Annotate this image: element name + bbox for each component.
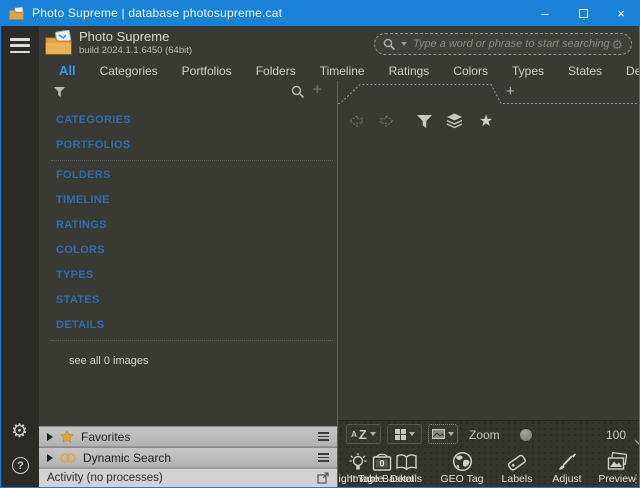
collection-tabstrip: +: [338, 81, 639, 105]
tab-colors[interactable]: Colors: [441, 64, 500, 78]
app-window: Photo Supreme | database photosupreme.ca…: [0, 0, 640, 488]
sidebar-item-categories[interactable]: CATEGORIES: [39, 108, 337, 133]
tab-categories[interactable]: Categories: [88, 64, 170, 78]
viewer-toolbar: ★: [338, 105, 639, 137]
activity-expand-icon[interactable]: [317, 472, 329, 484]
view-mode-button[interactable]: [387, 424, 422, 444]
sidebar-item-states[interactable]: STATES: [39, 288, 337, 313]
maximize-button[interactable]: [564, 0, 602, 26]
settings-gear-icon[interactable]: ⚙: [11, 422, 28, 441]
resize-grip[interactable]: [635, 474, 637, 484]
dynamic-search-icon: [60, 452, 76, 464]
tab-folders[interactable]: Folders: [244, 64, 308, 78]
sidebar-item-portfolios[interactable]: PORTFOLIOS: [39, 133, 337, 158]
divider: [51, 160, 333, 161]
grid-icon: [395, 429, 406, 440]
bottom-tool-dock: Light Table 0 Image Basket: [338, 447, 639, 487]
left-strip: ⚙ ?: [1, 26, 39, 487]
sidebar-filter-row: +: [39, 81, 337, 104]
sidebar-item-ratings[interactable]: RATINGS: [39, 213, 337, 238]
stack-layers-icon[interactable]: [442, 109, 466, 133]
app-logo-icon: [45, 30, 73, 61]
favorites-menu-icon[interactable]: [318, 432, 329, 441]
tab-portfolios[interactable]: Portfolios: [170, 64, 244, 78]
sidebar: + CATEGORIES PORTFOLIOS FOLDERS TIMELINE…: [39, 81, 337, 487]
build-version: build 2024.1.1.6450 (64bit): [79, 45, 192, 56]
sidebar-search-icon[interactable]: [291, 85, 305, 104]
sort-a-label: A: [351, 430, 357, 439]
zoom-value: 100: [596, 428, 626, 442]
sort-order-button[interactable]: AZ: [346, 424, 381, 444]
tab-timeline[interactable]: Timeline: [308, 64, 377, 78]
expand-triangle-icon[interactable]: [47, 454, 53, 462]
filter-funnel-icon[interactable]: [53, 85, 66, 103]
dynamic-search-label: Dynamic Search: [83, 451, 171, 465]
see-all-images-link[interactable]: see all 0 images: [69, 355, 149, 367]
rating-star-icon[interactable]: ★: [474, 109, 498, 133]
minimize-button[interactable]: –: [526, 0, 564, 26]
tab-details[interactable]: Details: [614, 64, 640, 78]
app-icon: [9, 7, 24, 20]
header: Photo Supreme build 2024.1.1.6450 (64bit…: [39, 26, 639, 60]
preview-button[interactable]: Preview: [582, 449, 639, 485]
caret-down-icon: [370, 432, 376, 436]
divider: [51, 340, 333, 341]
tab-types[interactable]: Types: [500, 64, 556, 78]
viewer-bottom-zone: AZ Zoom 100: [338, 420, 639, 487]
activity-label: Activity (no processes): [47, 472, 163, 484]
viewer-panel: + ★ AZ: [337, 81, 639, 487]
zoom-label: Zoom: [469, 428, 500, 442]
image-view-area: [338, 137, 639, 420]
sidebar-list: CATEGORIES PORTFOLIOS FOLDERS TIMELINE R…: [39, 108, 337, 341]
collection-tab[interactable]: [338, 81, 640, 105]
main-tabbar: All Categories Portfolios Folders Timeli…: [39, 60, 639, 81]
close-button[interactable]: ×: [602, 0, 640, 26]
new-collection-tab-icon[interactable]: +: [506, 83, 515, 100]
tab-ratings[interactable]: Ratings: [377, 64, 442, 78]
expand-triangle-icon[interactable]: [47, 433, 53, 441]
search-scope-caret-icon[interactable]: [401, 42, 407, 46]
favorites-label: Favorites: [81, 430, 130, 444]
dynamic-search-menu-icon[interactable]: [318, 453, 329, 462]
sort-zoom-bar: AZ Zoom 100: [338, 420, 639, 447]
app-name: Photo Supreme: [79, 29, 192, 44]
preview-label: Preview: [582, 473, 639, 485]
search-icon: [383, 38, 396, 51]
tab-all[interactable]: All: [47, 63, 88, 78]
titlebar: Photo Supreme | database photosupreme.ca…: [0, 0, 640, 26]
nav-back-icon[interactable]: [344, 109, 368, 133]
thumbnail-icon: [432, 429, 445, 439]
sidebar-item-timeline[interactable]: TIMELINE: [39, 188, 337, 213]
nav-forward-icon[interactable]: [375, 109, 399, 133]
thumbnail-style-button[interactable]: [428, 424, 458, 444]
hamburger-menu-icon[interactable]: [10, 38, 30, 53]
caret-down-icon: [409, 432, 415, 436]
activity-statusbar: Activity (no processes): [39, 468, 337, 487]
maximize-icon: [579, 9, 588, 18]
window-title: Photo Supreme | database photosupreme.ca…: [32, 6, 282, 20]
favorites-star-icon: [60, 430, 74, 443]
sidebar-item-folders[interactable]: FOLDERS: [39, 163, 337, 188]
sidebar-item-details[interactable]: DETAILS: [39, 313, 337, 338]
tab-states[interactable]: States: [556, 64, 614, 78]
help-icon[interactable]: ?: [12, 457, 29, 474]
viewer-filter-funnel-icon[interactable]: [412, 109, 436, 133]
sidebar-add-icon[interactable]: +: [313, 81, 322, 98]
zoom-slider-knob[interactable]: [520, 429, 532, 441]
sort-z-label: Z: [359, 427, 367, 442]
dynamic-search-panel-header[interactable]: Dynamic Search: [39, 447, 337, 468]
search-bar[interactable]: ⚙: [374, 33, 632, 55]
sidebar-item-types[interactable]: TYPES: [39, 263, 337, 288]
sidebar-item-colors[interactable]: COLORS: [39, 238, 337, 263]
search-options-gear-icon[interactable]: ⚙: [611, 38, 623, 51]
bottom-accordion: Favorites Dynamic Search Activity (no pr…: [39, 426, 337, 487]
caret-down-icon: [448, 432, 454, 436]
favorites-panel-header[interactable]: Favorites: [39, 426, 337, 447]
preview-photos-icon: [582, 449, 639, 472]
search-input[interactable]: [413, 38, 611, 50]
